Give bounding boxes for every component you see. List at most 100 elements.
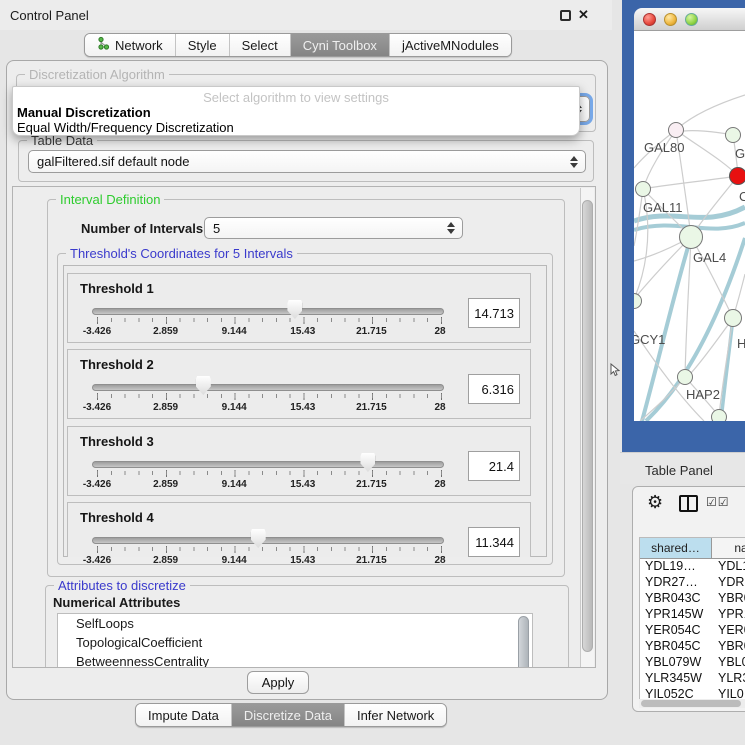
node-label: H	[737, 336, 745, 351]
dropdown-option-manual[interactable]: Manual Discretization	[17, 105, 151, 120]
select-checkboxes-icon[interactable]: ☑☑	[706, 495, 730, 509]
threshold-row: Threshold 1 -3.426 2.859 9.144 15.43 21.…	[67, 273, 531, 343]
table-row[interactable]: YDR27…YDR2	[640, 575, 745, 591]
close-icon[interactable]: ✕	[578, 7, 589, 23]
node-label: GAL80	[644, 140, 684, 155]
list-scrollbar[interactable]	[518, 616, 530, 668]
tab-network[interactable]: Network	[85, 34, 175, 56]
split-columns-icon[interactable]	[679, 495, 698, 512]
table-row[interactable]: YBL079WYBL0	[640, 655, 745, 671]
threshold-value-field[interactable]	[468, 298, 520, 328]
table-header-row: shared… na	[640, 538, 745, 559]
network-node[interactable]	[668, 122, 684, 138]
network-canvas[interactable]: GAL80 GA C GAL11 GAL4 GCY1 H HAP2	[634, 31, 745, 421]
threshold-slider-track[interactable]	[92, 461, 444, 468]
network-node[interactable]	[679, 225, 703, 249]
table-row[interactable]: YER054CYER0	[640, 623, 745, 639]
table-panel: ⚙ ☑☑ shared… na YDL19…YDL1 YDR27…YDR2 YB…	[632, 486, 745, 712]
scrollbar-thumb[interactable]	[641, 700, 741, 707]
threshold-slider-track[interactable]	[92, 384, 444, 391]
slider-scale: -3.426 2.859 9.144 15.43 21.715 28	[97, 479, 440, 491]
settings-scroll-viewport: Interval Definition Number of Intervals …	[12, 186, 596, 668]
combo-stepper-icon[interactable]	[570, 156, 578, 168]
tab-label: Network	[115, 38, 163, 53]
apply-button[interactable]: Apply	[247, 671, 309, 694]
slider-minor-ticks	[97, 394, 442, 398]
cyni-mode-tabs: Impute Data Discretize Data Infer Networ…	[135, 703, 447, 727]
dropdown-hint: Select algorithm to view settings	[13, 90, 579, 105]
number-of-intervals-label: Number of Intervals	[81, 221, 203, 236]
slider-minor-ticks	[97, 547, 442, 551]
tab-impute-data[interactable]: Impute Data	[136, 704, 231, 726]
dropdown-option-equal-width[interactable]: Equal Width/Frequency Discretization	[17, 120, 234, 135]
table-row[interactable]: YBR043CYBR0	[640, 591, 745, 607]
threshold-slider-track[interactable]	[92, 537, 444, 544]
node-label: GAL11	[643, 200, 683, 215]
network-node[interactable]	[711, 409, 727, 421]
threshold-row: Threshold 2 -3.426 2.859 9.144 15.43 21.…	[67, 349, 531, 419]
threshold-label: Threshold 3	[80, 434, 154, 449]
threshold-slider-track[interactable]	[92, 308, 444, 315]
list-item[interactable]: TopologicalCoefficient	[58, 633, 532, 652]
control-panel-tabs: Network Style Select Cyni Toolbox jActiv…	[84, 33, 512, 57]
network-window: GAL80 GA C GAL11 GAL4 GCY1 H HAP2	[622, 0, 745, 452]
table-row[interactable]: YDL19…YDL1	[640, 559, 745, 575]
threshold-label: Threshold 4	[80, 510, 154, 525]
network-node[interactable]	[724, 309, 742, 327]
tab-infer-network[interactable]: Infer Network	[344, 704, 446, 726]
float-window-icon[interactable]	[560, 10, 571, 21]
tab-cyni-toolbox[interactable]: Cyni Toolbox	[290, 34, 389, 56]
combo-stepper-icon[interactable]	[447, 222, 455, 234]
table-data-combobox[interactable]: galFiltered.sif default node	[28, 150, 586, 173]
panel-title: Control Panel	[10, 8, 89, 23]
zoom-traffic-light-icon[interactable]	[685, 13, 698, 26]
column-header-shared[interactable]: shared…	[640, 538, 712, 558]
tab-style[interactable]: Style	[175, 34, 229, 56]
screenshot-root: Control Panel ✕ Network Style Select Cyn…	[0, 0, 745, 745]
table-panel-title: Table Panel	[645, 463, 713, 478]
table-data-selected: galFiltered.sif default node	[37, 154, 189, 169]
node-attribute-table: shared… na YDL19…YDL1 YDR27…YDR2 YBR043C…	[639, 537, 745, 699]
table-row[interactable]: YBR045CYBR0	[640, 639, 745, 655]
numerical-attributes-list: SelfLoops TopologicalCoefficient Between…	[57, 613, 533, 668]
group-title: Threshold's Coordinates for 5 Intervals	[66, 246, 297, 261]
network-node[interactable]	[677, 369, 693, 385]
network-node[interactable]	[635, 181, 651, 197]
group-title: Interval Definition	[56, 192, 164, 207]
minimize-traffic-light-icon[interactable]	[664, 13, 677, 26]
slider-minor-ticks	[97, 318, 442, 322]
mouse-cursor-icon	[610, 363, 620, 382]
node-label: GCY1	[634, 332, 665, 347]
threshold-row: Threshold 4 -3.426 2.859 9.144 15.43 21.…	[67, 502, 531, 557]
tab-jactivemnodules[interactable]: jActiveMNodules	[389, 34, 511, 56]
table-row[interactable]: YPR145WYPR1	[640, 607, 745, 623]
threshold-value-field[interactable]	[468, 451, 520, 481]
tab-discretize-data[interactable]: Discretize Data	[231, 704, 344, 726]
slider-scale: -3.426 2.859 9.144 15.43 21.715 28	[97, 555, 440, 567]
list-item[interactable]: SelfLoops	[58, 614, 532, 633]
threshold-label: Threshold 2	[80, 357, 154, 372]
threshold-value-field[interactable]	[468, 527, 520, 557]
network-node-selected[interactable]	[729, 167, 745, 185]
slider-scale: -3.426 2.859 9.144 15.43 21.715 28	[97, 326, 440, 338]
gear-icon[interactable]: ⚙	[647, 492, 663, 513]
network-window-titlebar[interactable]	[634, 8, 745, 31]
algorithm-dropdown-popup: Select algorithm to view settings Manual…	[12, 86, 580, 136]
tab-select[interactable]: Select	[229, 34, 290, 56]
numerical-attributes-label: Numerical Attributes	[53, 595, 180, 610]
node-label: GA	[735, 146, 745, 161]
network-node[interactable]	[725, 127, 741, 143]
table-horizontal-scrollbar[interactable]	[639, 699, 745, 708]
table-row[interactable]: YLR345WYLR3	[640, 671, 745, 687]
close-traffic-light-icon[interactable]	[643, 13, 656, 26]
group-title: Discretization Algorithm	[25, 67, 169, 82]
number-of-intervals-combobox[interactable]: 5	[204, 217, 463, 239]
panel-scrollbar[interactable]	[580, 188, 594, 668]
slider-minor-ticks	[97, 471, 442, 475]
group-title: Attributes to discretize	[54, 578, 190, 593]
threshold-value-field[interactable]	[468, 374, 520, 404]
threshold-row: Threshold 3 -3.426 2.859 9.144 15.43 21.…	[67, 426, 531, 496]
scrollbar-thumb[interactable]	[582, 200, 593, 652]
list-item[interactable]: BetweennessCentrality	[58, 652, 532, 668]
column-header-name[interactable]: na	[712, 538, 745, 558]
